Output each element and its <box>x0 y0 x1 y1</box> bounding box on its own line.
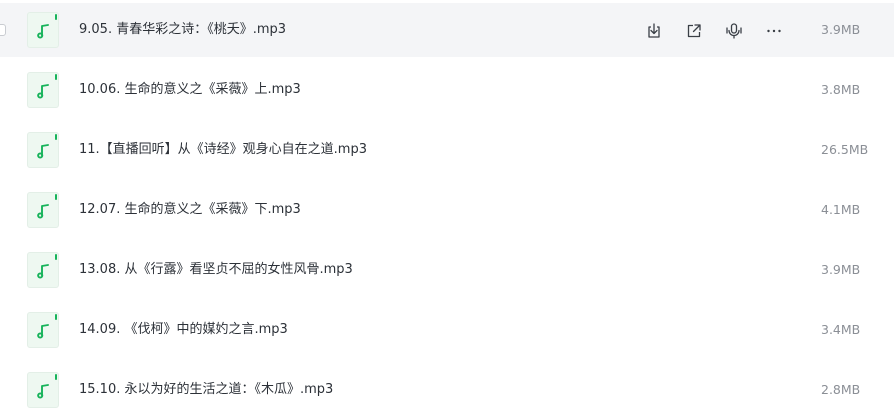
file-list: 9.05. 青春华彩之诗：《桃夭》.mp3 3.9MB 10.06. 生命的意义… <box>0 0 894 414</box>
file-size: 3.4MB <box>821 322 861 337</box>
file-row[interactable]: 12.07. 生命的意义之《采薇》下.mp3 4.1MB <box>0 183 894 237</box>
file-size: 3.9MB <box>821 262 861 277</box>
file-name[interactable]: 15.10. 永以为好的生活之道：《木瓜》.mp3 <box>79 381 333 399</box>
music-note-icon <box>27 72 59 108</box>
file-size: 3.8MB <box>821 82 861 97</box>
music-note-icon <box>27 192 59 228</box>
music-note-icon <box>27 372 59 408</box>
file-row[interactable]: 9.05. 青春华彩之诗：《桃夭》.mp3 3.9MB <box>0 3 894 57</box>
music-note-icon <box>27 252 59 288</box>
download-icon[interactable] <box>643 20 665 42</box>
music-note-icon <box>27 12 59 48</box>
file-row[interactable]: 10.06. 生命的意义之《采薇》上.mp3 3.8MB <box>0 63 894 117</box>
file-size: 3.9MB <box>821 22 861 37</box>
file-size: 26.5MB <box>821 142 869 157</box>
file-name[interactable]: 12.07. 生命的意义之《采薇》下.mp3 <box>79 201 301 219</box>
file-size: 2.8MB <box>821 382 861 397</box>
file-name[interactable]: 13.08. 从《行露》看坚贞不屈的女性风骨.mp3 <box>79 261 353 279</box>
file-name[interactable]: 11.【直播回听】从《诗经》观身心自在之道.mp3 <box>79 141 367 159</box>
file-size: 4.1MB <box>821 202 861 217</box>
share-icon[interactable] <box>683 20 705 42</box>
file-row[interactable]: 15.10. 永以为好的生活之道：《木瓜》.mp3 2.8MB <box>0 363 894 414</box>
file-row[interactable]: 13.08. 从《行露》看坚贞不屈的女性风骨.mp3 3.9MB <box>0 243 894 297</box>
file-row[interactable]: 14.09. 《伐柯》中的媒妁之言.mp3 3.4MB <box>0 303 894 357</box>
music-note-icon <box>27 312 59 348</box>
music-note-icon <box>27 132 59 168</box>
more-icon[interactable] <box>763 20 785 42</box>
row-checkbox[interactable] <box>0 24 6 36</box>
file-name[interactable]: 10.06. 生命的意义之《采薇》上.mp3 <box>79 81 301 99</box>
voice-icon[interactable] <box>723 20 745 42</box>
file-name[interactable]: 14.09. 《伐柯》中的媒妁之言.mp3 <box>79 321 288 339</box>
file-name[interactable]: 9.05. 青春华彩之诗：《桃夭》.mp3 <box>79 21 286 39</box>
file-row[interactable]: 11.【直播回听】从《诗经》观身心自在之道.mp3 26.5MB <box>0 123 894 177</box>
